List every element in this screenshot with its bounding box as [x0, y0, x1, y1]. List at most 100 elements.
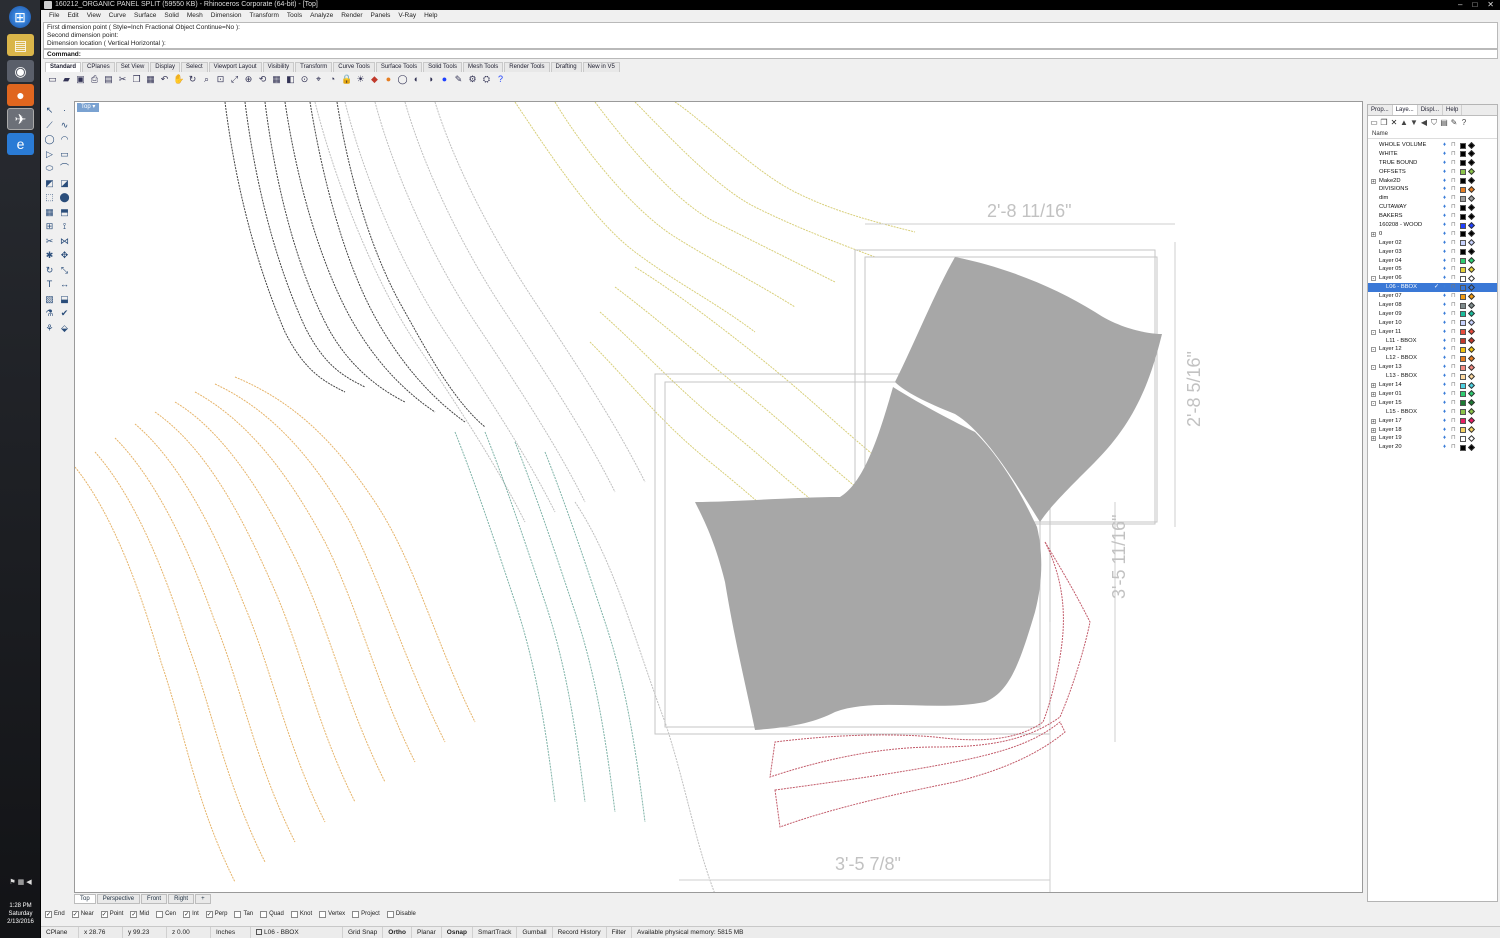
box-icon[interactable]: ⬚ — [43, 191, 56, 204]
layer-name[interactable]: L11 - BBOX — [1386, 337, 1417, 346]
select-arrow-icon[interactable]: ↖ — [43, 104, 56, 117]
status-ortho[interactable]: Ortho — [383, 927, 412, 938]
layer-row[interactable]: + Layer 18 ⊓ ♦ — [1368, 425, 1497, 435]
expand-toggle-icon[interactable]: + — [1371, 427, 1376, 433]
viewport-tab-perspective[interactable]: Perspective — [96, 894, 141, 904]
maximize-button[interactable]: □ — [1472, 0, 1477, 10]
tab-set-view[interactable]: Set View — [115, 62, 150, 72]
osnap-vertex[interactable]: Vertex — [319, 910, 345, 918]
visibility-bulb-icon[interactable]: ♦ — [1443, 186, 1446, 193]
lock-icon[interactable]: ⊓ — [1451, 391, 1456, 398]
layer-color-swatch[interactable] — [1460, 302, 1466, 309]
firefox-icon[interactable]: ● — [7, 84, 34, 106]
file-explorer-icon[interactable]: ▤ — [7, 34, 34, 56]
tool-icon[interactable]: ⛭ — [481, 74, 492, 85]
tab-render-tools[interactable]: Render Tools — [504, 62, 550, 72]
lock-icon[interactable]: ⊓ — [1451, 195, 1456, 202]
osnap-checkbox[interactable] — [234, 910, 242, 918]
material-icon[interactable]: ● — [383, 74, 394, 85]
visibility-bulb-icon[interactable]: ♦ — [1443, 338, 1446, 345]
visibility-bulb-icon[interactable]: ♦ — [1443, 231, 1446, 238]
save-icon[interactable]: ▣ — [75, 74, 86, 85]
tab-standard[interactable]: Standard — [45, 62, 82, 72]
lock-icon[interactable]: ⊓ — [1451, 142, 1456, 149]
surface-icon[interactable]: ◩ — [43, 177, 56, 190]
material-diamond-icon[interactable] — [1467, 177, 1476, 185]
layer-row[interactable]: + Layer 17 ⊓ ♦ — [1368, 417, 1497, 426]
layer-row[interactable]: - Layer 13 ⊓ ♦ — [1368, 363, 1497, 372]
layer-color-swatch[interactable] — [1460, 169, 1466, 176]
layer-row[interactable]: + Layer 14 ⊓ ♦ — [1368, 381, 1497, 390]
paint-icon[interactable]: ⬙ — [58, 322, 71, 335]
layer-row[interactable]: Layer 02 ⊓ ♦ — [1368, 239, 1497, 248]
visibility-bulb-icon[interactable]: ♦ — [1443, 418, 1446, 425]
expand-toggle-icon[interactable]: + — [1371, 178, 1376, 184]
lock-icon[interactable]: ⊓ — [1451, 213, 1456, 220]
layer-name[interactable]: Layer 03 — [1379, 248, 1402, 257]
lock-icon[interactable]: ⊓ — [1451, 302, 1456, 309]
viewport-tab-top[interactable]: Top — [74, 894, 96, 904]
visibility-bulb-icon[interactable]: ♦ — [1443, 373, 1446, 380]
layer-color-swatch[interactable] — [1460, 186, 1466, 193]
material-diamond-icon[interactable] — [1467, 239, 1476, 247]
layer-name[interactable]: Layer 18 — [1379, 426, 1402, 435]
layer-row[interactable]: + Layer 19 ⊓ ♦ — [1368, 434, 1497, 443]
layer-name[interactable]: L12 - BBOX — [1386, 354, 1417, 363]
menu-analyze[interactable]: Analyze — [306, 10, 337, 22]
lock-icon[interactable]: ⊓ — [1451, 231, 1456, 238]
layer-color-swatch[interactable] — [1460, 329, 1466, 336]
lock-icon[interactable]: ⊓ — [1451, 320, 1456, 327]
viewport-label[interactable]: Top ▾ — [77, 103, 100, 112]
layer-row[interactable]: Layer 03 ⊓ ♦ — [1368, 248, 1497, 257]
tab-display[interactable]: Display — [150, 62, 180, 72]
visibility-bulb-icon[interactable]: ♦ — [1443, 382, 1446, 389]
visibility-bulb-icon[interactable]: ♦ — [1443, 240, 1446, 247]
visibility-bulb-icon[interactable]: ♦ — [1443, 391, 1446, 398]
layer-color-swatch[interactable] — [1460, 204, 1466, 211]
lock-icon[interactable]: ⊓ — [1451, 355, 1456, 362]
visibility-bulb-icon[interactable]: ♦ — [1443, 204, 1446, 211]
layer-name[interactable]: Layer 06 — [1379, 274, 1402, 283]
menu-dimension[interactable]: Dimension — [207, 10, 246, 22]
ellipse-icon[interactable]: ⬭ — [43, 162, 56, 175]
layer-name[interactable]: Layer 11 — [1379, 328, 1401, 337]
layer-name[interactable]: Make2D — [1379, 177, 1401, 186]
visibility-bulb-icon[interactable]: ♦ — [1443, 160, 1446, 167]
visibility-bulb-icon[interactable]: ♦ — [1443, 258, 1446, 265]
layer-name[interactable]: BAKERS — [1379, 212, 1403, 221]
panel-tab-help[interactable]: Help — [1443, 105, 1463, 115]
lock-icon[interactable]: ⊓ — [1451, 204, 1456, 211]
lock-icon[interactable]: ⊓ — [1451, 346, 1456, 353]
expand-toggle-icon[interactable]: - — [1371, 347, 1376, 353]
layer-row[interactable]: Layer 05 ⊓ ♦ — [1368, 265, 1497, 274]
layer-color-swatch[interactable] — [1460, 418, 1466, 425]
layer-color-swatch[interactable] — [1460, 178, 1466, 185]
select-icon[interactable]: ⊙ — [299, 74, 310, 85]
material-diamond-icon[interactable] — [1467, 185, 1476, 193]
layer-row[interactable]: Layer 04 ⊓ ♦ — [1368, 257, 1497, 266]
osnap-checkbox[interactable] — [386, 910, 394, 918]
osnap-checkbox[interactable] — [290, 910, 298, 918]
layer-color-swatch[interactable] — [1460, 409, 1466, 416]
osnap-checkbox[interactable]: ✓ — [45, 910, 52, 918]
undo-icon[interactable]: ↶ — [159, 74, 170, 85]
status-layer[interactable]: L06 - BBOX — [251, 927, 343, 938]
panel-tab-display[interactable]: Displ... — [1418, 105, 1444, 115]
lock-icon[interactable]: ⊓ — [1451, 435, 1456, 442]
layer-color-swatch[interactable] — [1460, 320, 1466, 327]
layer-row[interactable]: dim ⊓ ♦ — [1368, 194, 1497, 203]
osnap-checkbox[interactable] — [319, 910, 327, 918]
layer-color-swatch[interactable] — [1460, 266, 1466, 273]
layer-name[interactable]: Layer 20 — [1379, 443, 1402, 452]
layer-name[interactable]: L06 - BBOX — [1386, 283, 1417, 292]
material-diamond-icon[interactable] — [1467, 230, 1476, 238]
visibility-bulb-icon[interactable]: ♦ — [1443, 409, 1446, 416]
material-diamond-icon[interactable] — [1467, 425, 1476, 434]
layer-name[interactable]: CUTAWAY — [1379, 203, 1407, 212]
lock-icon[interactable]: ⊓ — [1451, 329, 1456, 336]
layer-row[interactable]: Layer 08 ⊓ ♦ — [1368, 301, 1497, 310]
material-diamond-icon[interactable] — [1467, 372, 1476, 380]
layer-color-swatch[interactable] — [1460, 249, 1466, 256]
visibility-bulb-icon[interactable]: ♦ — [1443, 222, 1446, 229]
layer-row[interactable]: L15 - BBOX ⊓ ♦ — [1368, 408, 1497, 417]
